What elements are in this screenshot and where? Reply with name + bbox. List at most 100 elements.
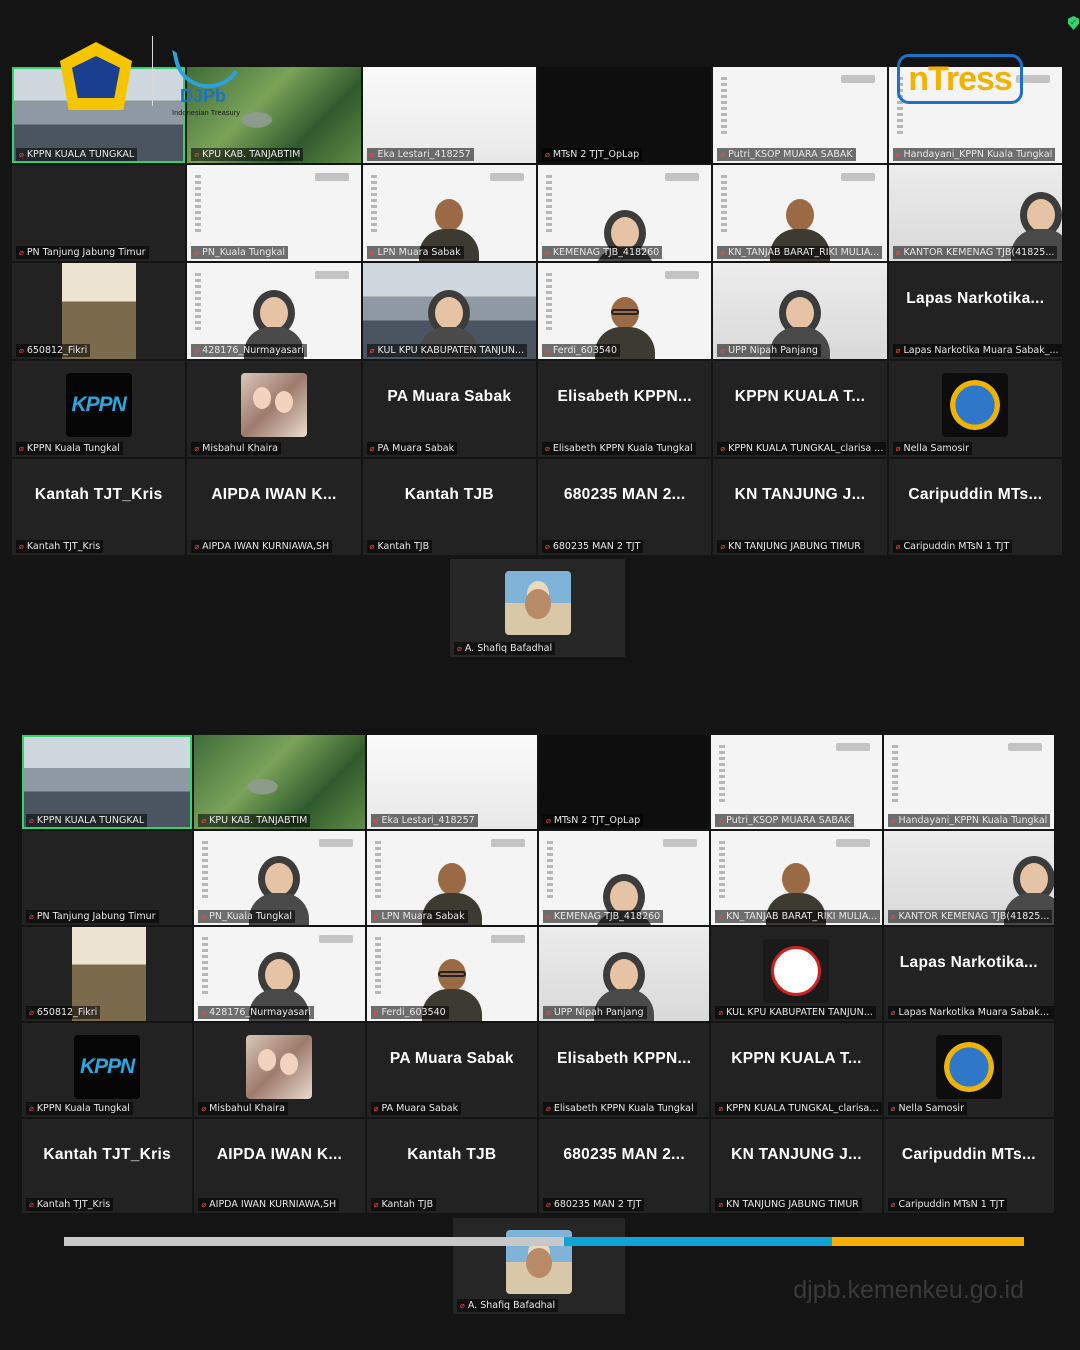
participant-name: Misbahul Khaira	[209, 1103, 285, 1114]
profile-photo	[240, 373, 307, 437]
participant-tile[interactable]: ⌀ LPN Muara Sabak	[366, 831, 537, 925]
check-icon: ✓	[1070, 18, 1077, 27]
muted-mic-icon: ⌀	[720, 150, 726, 159]
muted-mic-icon: ⌀	[890, 1200, 896, 1209]
muted-mic-icon: ⌀	[895, 542, 901, 551]
participant-tile-overflow-2[interactable]: ⌀ A. Shafiq Bafadhal	[453, 1218, 625, 1314]
participant-tile[interactable]: ⌀ 650812_Fikri	[22, 927, 193, 1021]
participant-tile[interactable]: ⌀ Ferdi_603540	[537, 263, 712, 359]
participant-name: KN TANJUNG JABUNG TIMUR	[728, 541, 861, 552]
participant-tile[interactable]: 680235 MAN 2... ⌀ 680235 MAN 2 TJT	[538, 1119, 710, 1213]
participant-tile[interactable]: ⌀ KANTOR KEMENAG TJB(41825...	[888, 165, 1062, 261]
participant-tile[interactable]: ⌀ Handayani_KPPN Kuala Tungkal	[883, 735, 1054, 829]
participant-tile[interactable]: ⌀ KUL KPU KABUPATEN TANJUN...	[711, 927, 882, 1021]
participant-tile[interactable]: ⌀ Nella Samosir	[888, 361, 1062, 457]
muted-mic-icon: ⌀	[369, 346, 375, 355]
muted-mic-icon: ⌀	[373, 1008, 379, 1017]
participant-tile[interactable]: ⌀ 428176_Nurmayasari	[194, 927, 365, 1021]
participant-name: 650812_Fikri	[26, 345, 88, 356]
participant-tile[interactable]: KPPN KUALA T... ⌀ KPPN KUALA TUNGKAL_clari…	[711, 1023, 882, 1117]
participant-display-name: KPPN KUALA T...	[734, 388, 866, 406]
muted-mic-icon: ⌀	[194, 444, 200, 453]
participant-name: LPN Muara Sabak	[377, 247, 461, 258]
participant-tile[interactable]: ⌀ PN_Kuala Tungkal	[187, 165, 361, 261]
participant-tile[interactable]: Caripuddin MTs... ⌀ Caripuddin MTsN 1 TJT	[888, 459, 1062, 555]
participant-name: 680235 MAN 2 TJT	[552, 541, 641, 552]
participant-tile[interactable]: ⌀ KPPN KUALA TUNGKAL	[22, 735, 193, 829]
pin-icon: ⌀	[19, 150, 24, 159]
participant-name-label: ⌀ KN TANJUNG JABUNG TIMUR	[717, 540, 864, 553]
participant-tile[interactable]: ⌀ Misbahul Khaira	[187, 361, 361, 457]
participant-tile[interactable]: Lapas Narkotika... ⌀ Lapas Narkotika Muara…	[883, 927, 1054, 1021]
participant-name-label: ⌀ Handayani_KPPN Kuala Tungkal	[887, 814, 1051, 827]
participant-tile[interactable]: ⌀ Ferdi_603540	[366, 927, 537, 1021]
participant-tile[interactable]: KPPN ⌀ KPPN Kuala Tungkal	[12, 361, 186, 457]
participant-tile[interactable]: Elisabeth KPPN... ⌀ Elisabeth KPPN Kuala T…	[538, 1023, 710, 1117]
participant-tile[interactable]: ⌀ KEMENAG TJB_418260	[537, 165, 712, 261]
participant-tile[interactable]: ⌀ KANTOR KEMENAG TJB(41825...	[883, 831, 1054, 925]
participant-name: PN Tanjung Jabung Timur	[36, 911, 156, 922]
participant-tile[interactable]: KPPN ⌀ KPPN Kuala Tungkal	[22, 1023, 193, 1117]
participant-tile[interactable]: Caripuddin MTs... ⌀ Caripuddin MTsN 1 TJT	[883, 1119, 1054, 1213]
participant-name: KPPN Kuala Tungkal	[26, 443, 120, 454]
participant-tile[interactable]: ⌀ UPP Nipah Panjang	[538, 927, 710, 1021]
participant-tile[interactable]: ⌀ KEMENAG TJB_418260	[538, 831, 710, 925]
participant-tile[interactable]: PA Muara Sabak ⌀ PA Muara Sabak	[366, 1023, 537, 1117]
participant-tile[interactable]: Lapas Narkotika... ⌀ Lapas Narkotika Muara…	[888, 263, 1062, 359]
participant-name: 650812_Fikri	[36, 1007, 98, 1018]
participant-tile[interactable]: Kantah TJB ⌀ Kantah TJB	[362, 459, 536, 555]
participant-tile[interactable]: ⌀ MTsN 2 TJT_OpLap	[538, 735, 710, 829]
participant-tile[interactable]: ⌀ Misbahul Khaira	[194, 1023, 365, 1117]
participant-display-name: Kantah TJB	[407, 1145, 497, 1163]
participant-tile[interactable]: ⌀ Nella Samosir	[883, 1023, 1054, 1117]
participant-tile[interactable]: ⌀ PN Tanjung Jabung Timur	[22, 831, 193, 925]
participant-name: KPU KAB. TANJABTIM	[209, 815, 308, 826]
participant-name-label: ⌀ KN_TANJAB BARAT_RIKI MULIA...	[715, 910, 881, 923]
participant-name: PN_Kuala Tungkal	[202, 247, 286, 258]
participant-name-label: ⌀ KUL KPU KABUPATEN TANJUN...	[366, 344, 528, 357]
participant-tile[interactable]: ⌀ LPN Muara Sabak	[362, 165, 536, 261]
participant-tile[interactable]: KN TANJUNG J... ⌀ KN TANJUNG JABUNG TIMUR	[711, 1119, 882, 1213]
participant-tile[interactable]: AIPDA IWAN K... ⌀ AIPDA IWAN KURNIAWA,SH	[187, 459, 361, 555]
participant-tile[interactable]: Kantah TJT_Kris ⌀ Kantah TJT_Kris	[22, 1119, 193, 1213]
participant-tile-overflow-1[interactable]: ⌀ A. Shafiq Bafadhal	[450, 559, 625, 657]
participant-tile[interactable]: Kantah TJB ⌀ Kantah TJB	[366, 1119, 537, 1213]
participant-tile[interactable]: Kantah TJT_Kris ⌀ Kantah TJT_Kris	[12, 459, 186, 555]
participant-tile[interactable]: 680235 MAN 2... ⌀ 680235 MAN 2 TJT	[537, 459, 712, 555]
participant-tile[interactable]: AIPDA IWAN K... ⌀ AIPDA IWAN KURNIAWA,SH	[194, 1119, 365, 1213]
participant-tile[interactable]: ⌀ Eka Lestari_418257	[366, 735, 537, 829]
muted-mic-icon: ⌀	[29, 1104, 34, 1113]
participant-tile[interactable]: Elisabeth KPPN... ⌀ Elisabeth KPPN Kuala T…	[537, 361, 712, 457]
participant-display-name: Lapas Narkotika...	[906, 290, 1045, 308]
participant-tile[interactable]: PA Muara Sabak ⌀ PA Muara Sabak	[362, 361, 536, 457]
participant-name: 680235 MAN 2 TJT	[553, 1199, 642, 1210]
participant-tile[interactable]: ⌀ Eka Lestari_418257	[362, 67, 536, 163]
participant-tile[interactable]: ⌀ KPU KAB. TANJABTIM	[194, 735, 365, 829]
participant-display-name: Kantah TJB	[404, 486, 494, 504]
muted-mic-icon: ⌀	[201, 1008, 207, 1017]
participant-display-name: Caripuddin MTs...	[908, 486, 1043, 504]
participant-tile[interactable]: ⌀ KN_TANJAB BARAT_RIKI MULIA...	[713, 165, 887, 261]
participant-name: KN TANJUNG JABUNG TIMUR	[726, 1199, 859, 1210]
participant-tile[interactable]: ⌀ 650812_Fikri	[12, 263, 186, 359]
participant-tile[interactable]: ⌀ Putri_KSOP MUARA SABAK	[711, 735, 882, 829]
participant-tile[interactable]: ⌀ 428176_Nurmayasari	[187, 263, 361, 359]
participant-tile[interactable]: KN TANJUNG J... ⌀ KN TANJUNG JABUNG TIMUR	[713, 459, 887, 555]
participant-tile[interactable]: ⌀ Putri_KSOP MUARA SABAK	[713, 67, 887, 163]
muted-mic-icon: ⌀	[720, 444, 726, 453]
participant-tile[interactable]: KPPN KUALA T... ⌀ KPPN KUALA TUNGKAL_clari…	[713, 361, 887, 457]
participant-tile[interactable]: ⌀ PN Tanjung Jabung Timur	[12, 165, 186, 261]
participant-name: KPPN KUALA TUNGKAL	[26, 149, 135, 160]
muted-mic-icon: ⌀	[544, 542, 550, 551]
participant-tile[interactable]: ⌀ PN_Kuala Tungkal	[194, 831, 365, 925]
participant-tile[interactable]: ⌀ MTsN 2 TJT_OpLap	[537, 67, 712, 163]
participant-name-label: ⌀ Ferdi_603540	[370, 1006, 449, 1019]
participant-name-label: ⌀ Kantah TJT_Kris	[26, 1198, 114, 1211]
participant-tile[interactable]: ⌀ UPP Nipah Panjang	[713, 263, 887, 359]
participant-tile[interactable]: ⌀ KN_TANJAB BARAT_RIKI MULIA...	[711, 831, 882, 925]
color-bar-blue	[564, 1237, 832, 1246]
participant-name: LPN Muara Sabak	[381, 911, 465, 922]
participant-tile[interactable]: ⌀ KUL KPU KABUPATEN TANJUN...	[362, 263, 536, 359]
muted-mic-icon: ⌀	[718, 816, 724, 825]
participant-name: Kantah TJB	[377, 541, 430, 552]
